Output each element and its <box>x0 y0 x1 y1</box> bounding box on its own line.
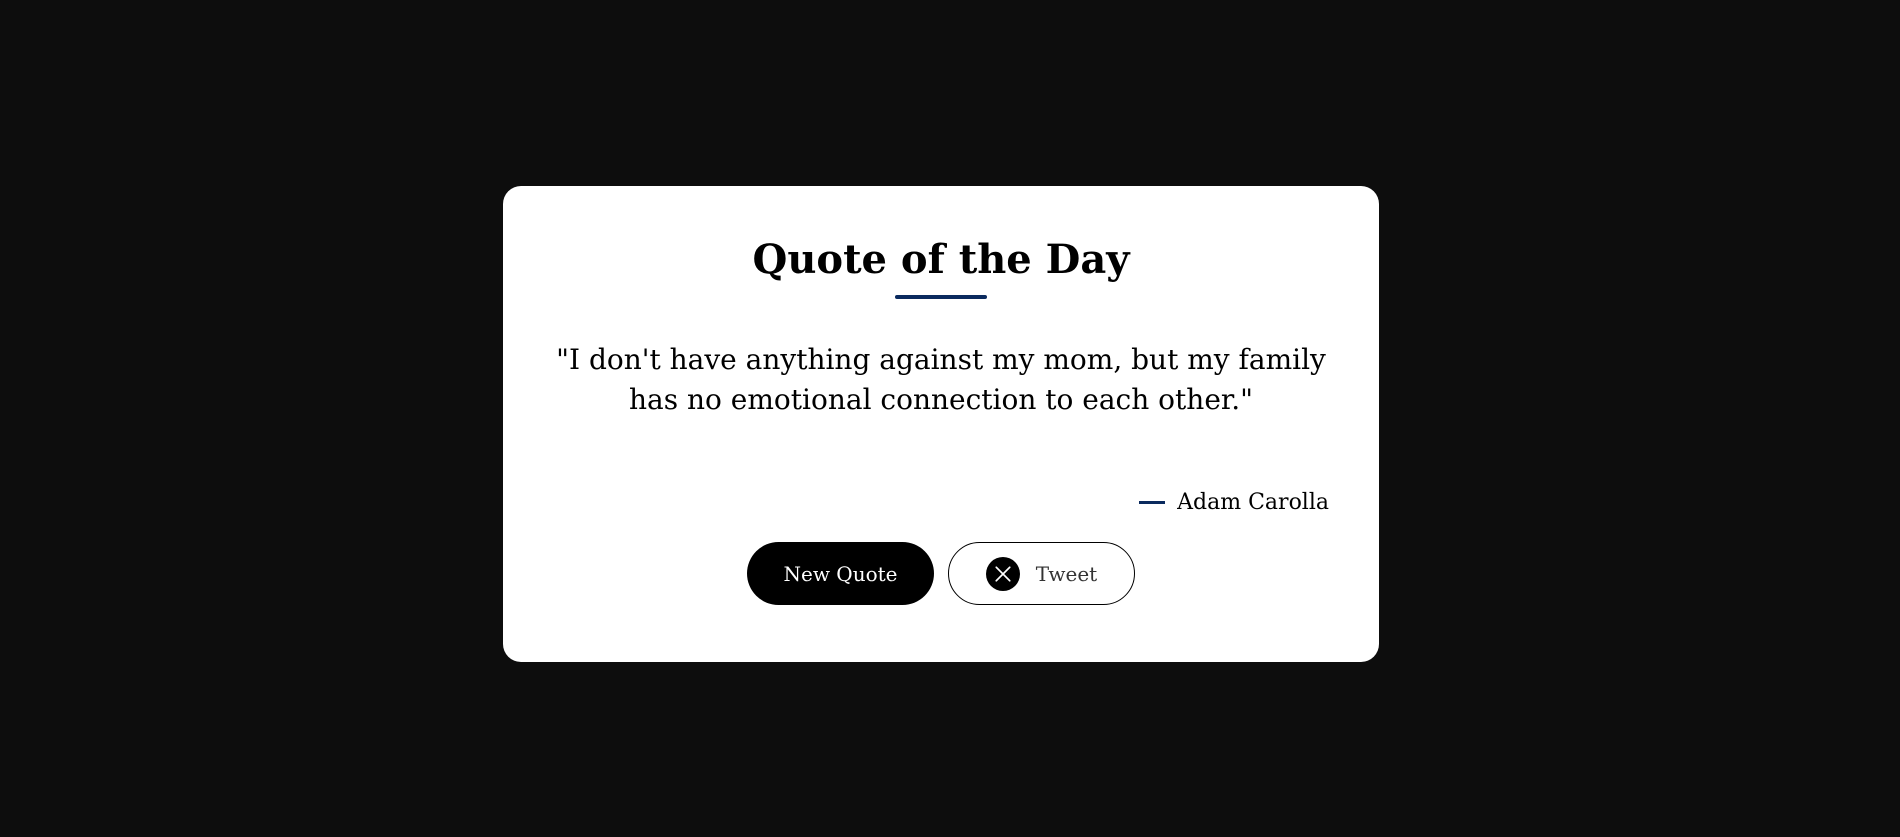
x-logo-icon <box>985 556 1020 591</box>
title-underline <box>895 295 987 299</box>
author-name: Adam Carolla <box>1177 490 1329 515</box>
new-quote-button[interactable]: New Quote <box>747 542 934 605</box>
author-dash <box>1139 501 1166 504</box>
tweet-label: Tweet <box>1035 561 1098 586</box>
page-title: Quote of the Day <box>752 236 1130 283</box>
tweet-button[interactable]: Tweet <box>948 542 1135 605</box>
quote-text: "I don't have anything against my mom, b… <box>556 343 1326 416</box>
button-group: New Quote Tweet <box>503 542 1379 605</box>
quote-card: Quote of the Day "I don't have anything … <box>503 186 1379 662</box>
new-quote-label: New Quote <box>783 561 898 586</box>
author-row: Adam Carolla <box>1139 490 1329 515</box>
